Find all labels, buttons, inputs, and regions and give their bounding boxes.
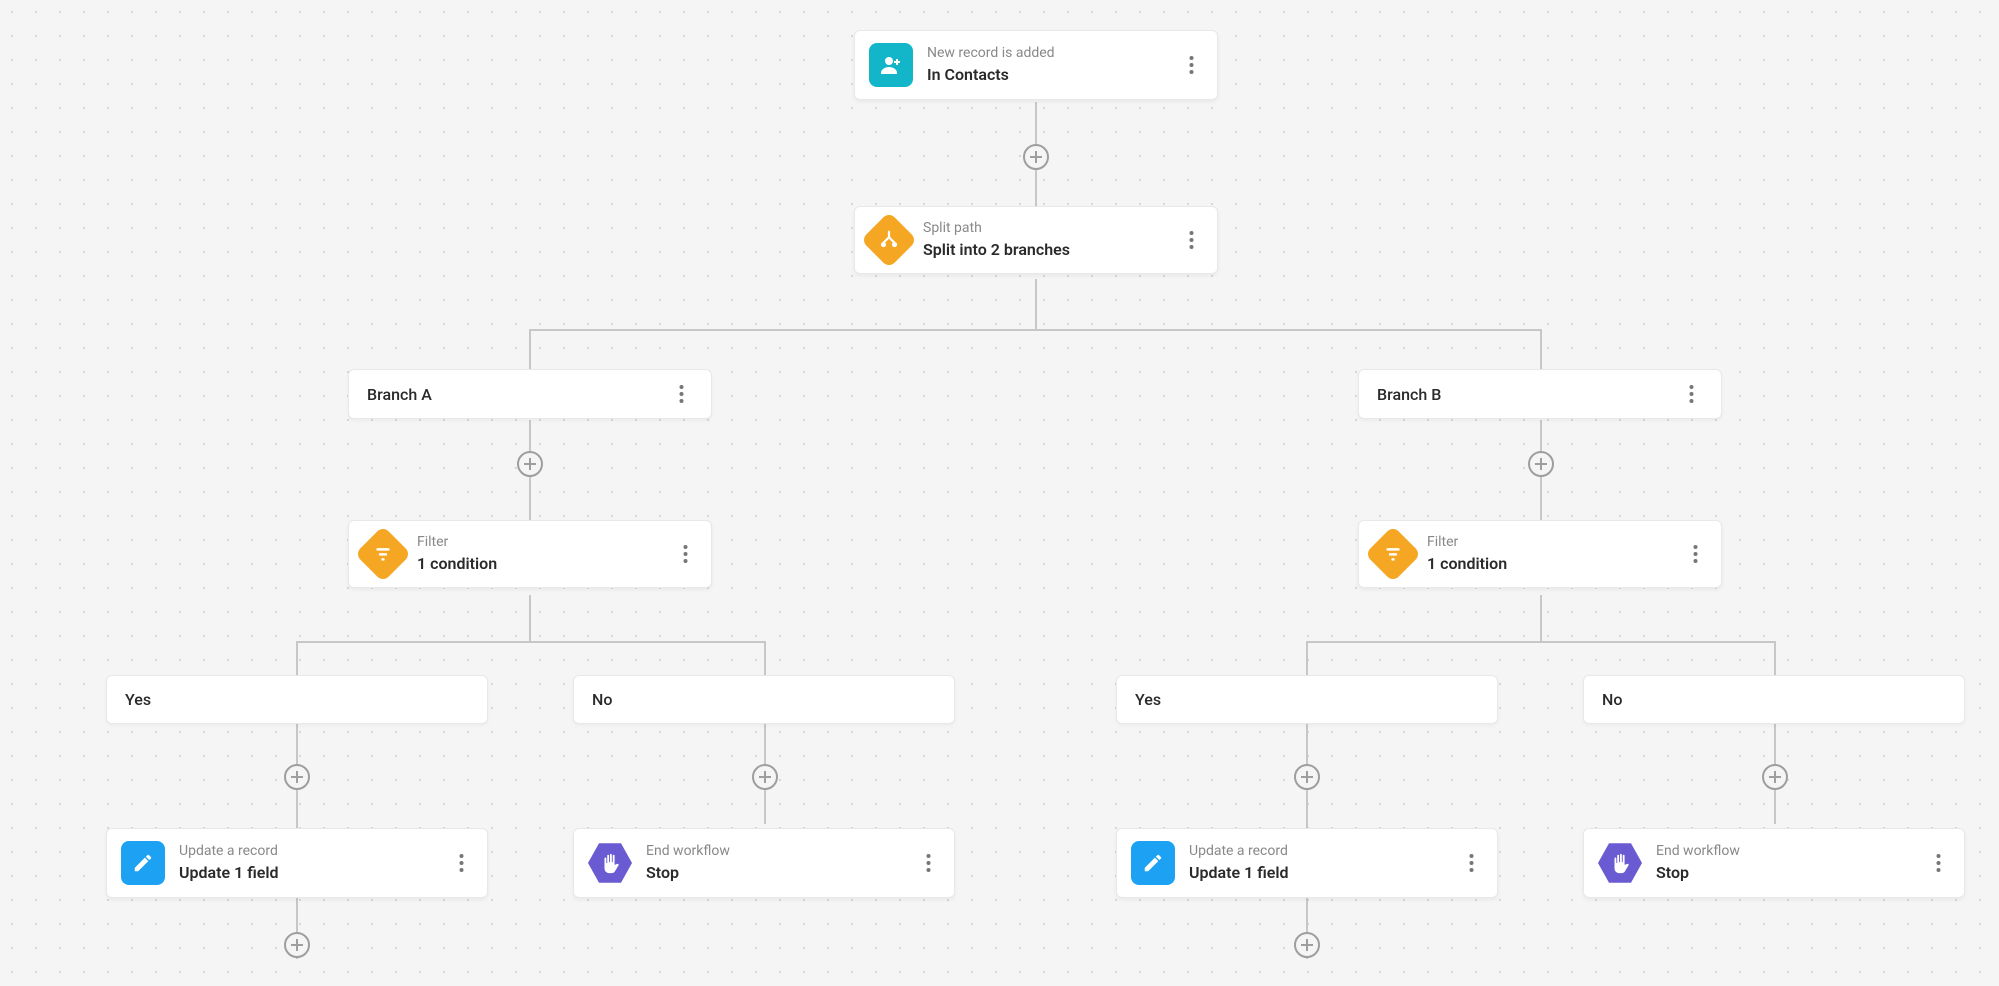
branch-a-node[interactable]: Branch A [348, 369, 712, 419]
update-a-subtitle: Update a record [179, 842, 441, 860]
update-b-node[interactable]: Update a record Update 1 field [1116, 828, 1498, 898]
branch-b-label: Branch B [1377, 385, 1679, 404]
add-step-button[interactable] [517, 451, 543, 477]
filter-icon [1365, 526, 1422, 583]
add-step-button[interactable] [284, 764, 310, 790]
yes-a-node[interactable]: Yes [106, 675, 488, 724]
no-a-label: No [592, 690, 936, 709]
stop-b-title: Stop [1656, 862, 1918, 884]
update-b-subtitle: Update a record [1189, 842, 1451, 860]
stop-b-subtitle: End workflow [1656, 842, 1918, 860]
more-menu-button[interactable] [669, 384, 693, 404]
add-step-button[interactable] [1294, 932, 1320, 958]
stop-a-subtitle: End workflow [646, 842, 908, 860]
trigger-title: In Contacts [927, 64, 1171, 86]
connector [296, 641, 764, 643]
connector [296, 641, 298, 675]
split-node[interactable]: Split path Split into 2 branches [854, 206, 1218, 274]
more-menu-button[interactable] [1683, 544, 1707, 564]
connector [1540, 595, 1542, 641]
filter-b-subtitle: Filter [1427, 533, 1675, 551]
connector [1306, 641, 1308, 675]
split-icon [861, 212, 918, 269]
stop-a-node[interactable]: End workflow Stop [573, 828, 955, 898]
more-menu-button[interactable] [1179, 230, 1203, 250]
update-a-title: Update 1 field [179, 862, 441, 884]
filter-a-node[interactable]: Filter 1 condition [348, 520, 712, 588]
branch-a-label: Branch A [367, 385, 669, 404]
more-menu-button[interactable] [673, 544, 697, 564]
more-menu-button[interactable] [1459, 853, 1483, 873]
more-menu-button[interactable] [1679, 384, 1703, 404]
add-step-button[interactable] [1528, 451, 1554, 477]
connector [1306, 641, 1774, 643]
filter-icon [355, 526, 412, 583]
yes-b-node[interactable]: Yes [1116, 675, 1498, 724]
yes-b-label: Yes [1135, 690, 1479, 709]
add-step-button[interactable] [752, 764, 778, 790]
split-subtitle: Split path [923, 219, 1171, 237]
connector [529, 329, 531, 369]
connector [1540, 329, 1542, 369]
update-a-node[interactable]: Update a record Update 1 field [106, 828, 488, 898]
add-step-button[interactable] [284, 932, 310, 958]
branch-b-node[interactable]: Branch B [1358, 369, 1722, 419]
more-menu-button[interactable] [1179, 55, 1203, 75]
pencil-icon [121, 841, 165, 885]
trigger-subtitle: New record is added [927, 44, 1171, 62]
no-b-label: No [1602, 690, 1946, 709]
connector [1774, 641, 1776, 675]
filter-a-title: 1 condition [417, 553, 665, 575]
no-a-node[interactable]: No [573, 675, 955, 724]
connector [764, 641, 766, 675]
connector [529, 595, 531, 641]
more-menu-button[interactable] [916, 853, 940, 873]
filter-b-node[interactable]: Filter 1 condition [1358, 520, 1722, 588]
filter-a-subtitle: Filter [417, 533, 665, 551]
hand-stop-icon [1598, 841, 1642, 885]
connector [529, 329, 1541, 331]
no-b-node[interactable]: No [1583, 675, 1965, 724]
pencil-icon [1131, 841, 1175, 885]
stop-a-title: Stop [646, 862, 908, 884]
add-step-button[interactable] [1294, 764, 1320, 790]
person-add-icon [869, 43, 913, 87]
hand-stop-icon [588, 841, 632, 885]
more-menu-button[interactable] [449, 853, 473, 873]
split-title: Split into 2 branches [923, 239, 1171, 261]
connector [1035, 279, 1037, 329]
filter-b-title: 1 condition [1427, 553, 1675, 575]
trigger-node[interactable]: New record is added In Contacts [854, 30, 1218, 100]
yes-a-label: Yes [125, 690, 469, 709]
add-step-button[interactable] [1023, 144, 1049, 170]
add-step-button[interactable] [1762, 764, 1788, 790]
update-b-title: Update 1 field [1189, 862, 1451, 884]
more-menu-button[interactable] [1926, 853, 1950, 873]
stop-b-node[interactable]: End workflow Stop [1583, 828, 1965, 898]
